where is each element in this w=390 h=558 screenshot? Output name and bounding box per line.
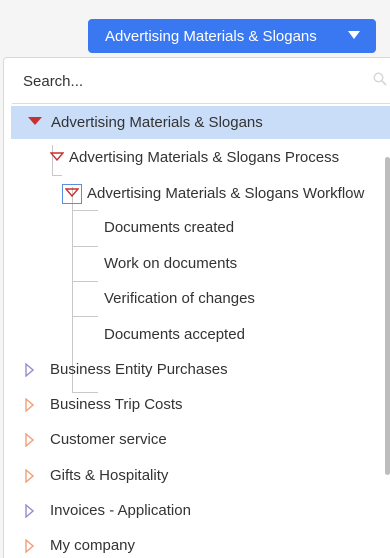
scrollbar-thumb[interactable] <box>385 157 390 475</box>
tree-item-stage[interactable]: Verification of changes <box>4 282 390 315</box>
tree-item-stage[interactable]: Documents created <box>4 211 390 244</box>
triangle-down-icon[interactable] <box>65 188 79 197</box>
search-divider <box>12 103 390 104</box>
triangle-right-icon[interactable] <box>25 433 34 447</box>
triangle-right-icon[interactable] <box>25 504 34 518</box>
tree-item-label: Business Entity Purchases <box>50 361 228 378</box>
tree-item-label: Documents created <box>104 219 235 236</box>
tree-dropdown-panel: Advertising Materials & Slogans Advertis… <box>3 57 390 558</box>
tree-item-label: Business Trip Costs <box>50 396 183 413</box>
tree-item-label: Verification of changes <box>104 290 255 307</box>
tree-item-label: My company <box>50 537 136 554</box>
tree-item-label: Customer service <box>50 431 167 448</box>
caret-down-icon <box>348 31 360 39</box>
tree-item-label: Advertising Materials & Slogans Process <box>69 149 340 166</box>
triangle-down-icon[interactable] <box>28 117 42 125</box>
tree-connector <box>72 316 98 317</box>
tree-connector <box>52 175 62 176</box>
tree-item-process[interactable]: Advertising Materials & Slogans Process <box>4 141 390 174</box>
tree-item-root[interactable]: Advertising Materials & Slogans <box>11 106 390 139</box>
tree-item-label: Advertising Materials & Slogans Workflow <box>87 185 365 202</box>
tree-item-category[interactable]: Gifts & Hospitality <box>4 459 390 492</box>
search-icon[interactable] <box>373 72 387 86</box>
triangle-right-icon[interactable] <box>25 539 34 553</box>
tree-item-label: Advertising Materials & Slogans <box>51 114 263 131</box>
search-input[interactable] <box>11 66 383 96</box>
tree-item-category[interactable]: Invoices - Application <box>4 494 390 527</box>
tree-item-label: Gifts & Hospitality <box>50 467 169 484</box>
tree-item-category[interactable]: Customer service <box>4 423 390 456</box>
tree-item-label: Invoices - Application <box>50 502 191 519</box>
tree-item-stage[interactable]: Work on documents <box>4 247 390 280</box>
triangle-right-icon[interactable] <box>25 398 34 412</box>
tree-item-workflow[interactable]: Advertising Materials & Slogans Workflow <box>4 177 390 210</box>
triangle-down-icon[interactable] <box>50 152 64 161</box>
workflow-dropdown-button[interactable]: Advertising Materials & Slogans <box>88 19 376 53</box>
tree-item-label: Work on documents <box>104 255 238 272</box>
tree-item-category[interactable]: My company <box>4 529 390 558</box>
tree-item-category[interactable]: Business Trip Costs <box>4 388 390 421</box>
tree-item-stage[interactable]: Documents accepted <box>4 318 390 351</box>
dropdown-label: Advertising Materials & Slogans <box>105 27 317 45</box>
tree-item-label: Documents accepted <box>104 326 245 343</box>
tree-item-category[interactable]: Business Entity Purchases <box>4 353 390 386</box>
triangle-right-icon[interactable] <box>25 469 34 483</box>
triangle-right-icon[interactable] <box>25 363 34 377</box>
